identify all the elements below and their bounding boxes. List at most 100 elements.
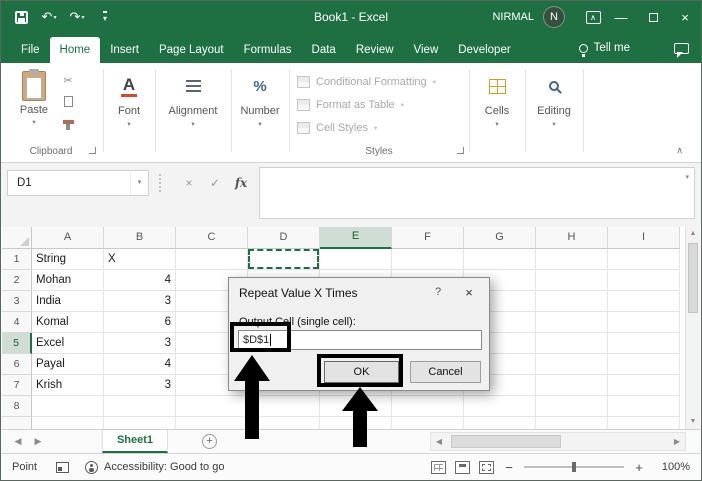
new-sheet-button[interactable]: + [202, 434, 217, 449]
cell-I1[interactable] [608, 249, 680, 270]
number-group-button[interactable]: % Number ▾ [231, 71, 289, 129]
accessibility-status[interactable]: Accessibility: Good to go [104, 461, 224, 473]
minimize-button[interactable]: — [605, 1, 637, 33]
vertical-scrollbar-thumb[interactable] [688, 243, 698, 313]
cell-H6[interactable] [536, 354, 608, 375]
cell-B8[interactable] [104, 396, 176, 417]
cell-D1[interactable] [248, 249, 320, 270]
undo-button[interactable]: ↶ ▾ [37, 4, 61, 30]
cell-Bx[interactable] [104, 417, 176, 429]
cell-Ax[interactable] [32, 417, 104, 429]
zoom-level[interactable]: 100% [654, 461, 690, 473]
cancel-entry-button[interactable]: × [179, 176, 199, 190]
row-header-6[interactable]: 6 [2, 354, 32, 375]
ribbon-tab-page-layout[interactable]: Page Layout [149, 37, 234, 63]
cell-B3[interactable]: 3 [104, 291, 176, 312]
page-layout-view-icon[interactable] [455, 460, 470, 474]
cell-H7[interactable] [536, 375, 608, 396]
sheet-tab-sheet1[interactable]: Sheet1 [102, 430, 168, 453]
ribbon-tab-file[interactable]: File [11, 37, 50, 63]
row-header-5[interactable]: 5 [2, 333, 32, 354]
vertical-scrollbar[interactable]: ▲ ▼ [685, 227, 700, 429]
select-all-corner[interactable] [2, 227, 32, 249]
formula-input[interactable]: ▾ [259, 167, 695, 219]
column-header-g[interactable]: G [464, 227, 536, 249]
avatar[interactable]: N [543, 6, 565, 28]
normal-view-icon[interactable] [431, 460, 446, 474]
scroll-right-icon[interactable]: ▶ [669, 437, 685, 446]
cell-I7[interactable] [608, 375, 680, 396]
alignment-group-button[interactable]: Alignment ▾ [155, 71, 231, 128]
cell-A5[interactable]: Excel [32, 333, 104, 354]
ribbon-tab-view[interactable]: View [404, 37, 449, 63]
ribbon-tab-developer[interactable]: Developer [448, 37, 520, 63]
column-header-c[interactable]: C [176, 227, 248, 249]
zoom-in-button[interactable]: + [633, 460, 645, 475]
cell-A2[interactable]: Mohan [32, 270, 104, 291]
customize-quick-access-button[interactable]: ▾ [93, 4, 117, 30]
horizontal-scrollbar-track[interactable] [447, 433, 669, 450]
format-painter-button[interactable] [59, 115, 77, 130]
ribbon-tab-insert[interactable]: Insert [100, 37, 149, 63]
cell-B6[interactable]: 4 [104, 354, 176, 375]
cell-A4[interactable]: Komal [32, 312, 104, 333]
cell-H2[interactable] [536, 270, 608, 291]
column-header-e[interactable]: E [320, 227, 392, 249]
row-header-3[interactable]: 3 [2, 291, 32, 312]
macro-record-icon[interactable] [56, 461, 69, 473]
ribbon-button-cell-styles[interactable]: Cell Styles ▾ [297, 122, 377, 134]
zoom-slider-thumb[interactable] [572, 462, 576, 472]
row-header-2[interactable]: 2 [2, 270, 32, 291]
cell-C1[interactable] [176, 249, 248, 270]
scroll-left-icon[interactable]: ◀ [431, 437, 447, 446]
cell-I8[interactable] [608, 396, 680, 417]
enter-entry-button[interactable]: ✓ [205, 176, 225, 190]
ribbon-tab-home[interactable]: Home [49, 37, 101, 63]
horizontal-scrollbar[interactable]: ◀ ▶ [430, 432, 686, 451]
cell-I5[interactable] [608, 333, 680, 354]
column-header-h[interactable]: H [536, 227, 608, 249]
ribbon-tab-review[interactable]: Review [346, 37, 404, 63]
copy-button[interactable] [59, 92, 78, 108]
insert-function-button[interactable]: fx [231, 176, 251, 190]
sheet-nav-next-icon[interactable]: ▶ [28, 430, 48, 453]
cell-F8[interactable] [392, 396, 464, 417]
expand-formula-bar-icon[interactable]: ▾ [685, 173, 689, 181]
column-header-f[interactable]: F [392, 227, 464, 249]
styles-dialog-launcher-icon[interactable] [457, 147, 464, 154]
cell-A7[interactable]: Krish [32, 375, 104, 396]
cell-Hx[interactable] [536, 417, 608, 429]
cell-H8[interactable] [536, 396, 608, 417]
sheet-nav-prev-icon[interactable]: ◀ [8, 430, 28, 453]
cell-A8[interactable] [32, 396, 104, 417]
ribbon-display-options-button[interactable]: ∧ [581, 4, 605, 30]
row-header-7[interactable]: 7 [2, 375, 32, 396]
tell-me-button[interactable]: Tell me [594, 42, 630, 54]
cell-A3[interactable]: India [32, 291, 104, 312]
ribbon-tab-formulas[interactable]: Formulas [234, 37, 302, 63]
cells-group-button[interactable]: Cells ▾ [469, 71, 525, 128]
cell-Gx[interactable] [464, 417, 536, 429]
name-box[interactable]: D1 ▾ [7, 170, 149, 196]
zoom-slider[interactable] [524, 462, 624, 472]
dialog-help-button[interactable]: ? [431, 286, 445, 298]
row-header-8[interactable]: 8 [2, 396, 32, 417]
column-header-d[interactable]: D [248, 227, 320, 249]
cell-H1[interactable] [536, 249, 608, 270]
row-header-4[interactable]: 4 [2, 312, 32, 333]
cell-I2[interactable] [608, 270, 680, 291]
font-group-button[interactable]: A Font ▾ [103, 71, 155, 128]
cell-B1[interactable]: X [104, 249, 176, 270]
cell-E1[interactable] [320, 249, 392, 270]
cancel-button[interactable]: Cancel [410, 361, 481, 383]
cell-B4[interactable]: 6 [104, 312, 176, 333]
column-header-b[interactable]: B [104, 227, 176, 249]
ribbon-button-format-as-table[interactable]: Format as Table ▾ [297, 99, 404, 111]
cell-I4[interactable] [608, 312, 680, 333]
cell-Fx[interactable] [392, 417, 464, 429]
scroll-up-icon[interactable]: ▲ [686, 227, 700, 241]
cut-button[interactable]: ✂ [59, 73, 77, 87]
cell-B5[interactable]: 3 [104, 333, 176, 354]
horizontal-scrollbar-thumb[interactable] [451, 435, 561, 448]
ribbon-button-conditional-formatting[interactable]: Conditional Formatting ▾ [297, 76, 436, 88]
